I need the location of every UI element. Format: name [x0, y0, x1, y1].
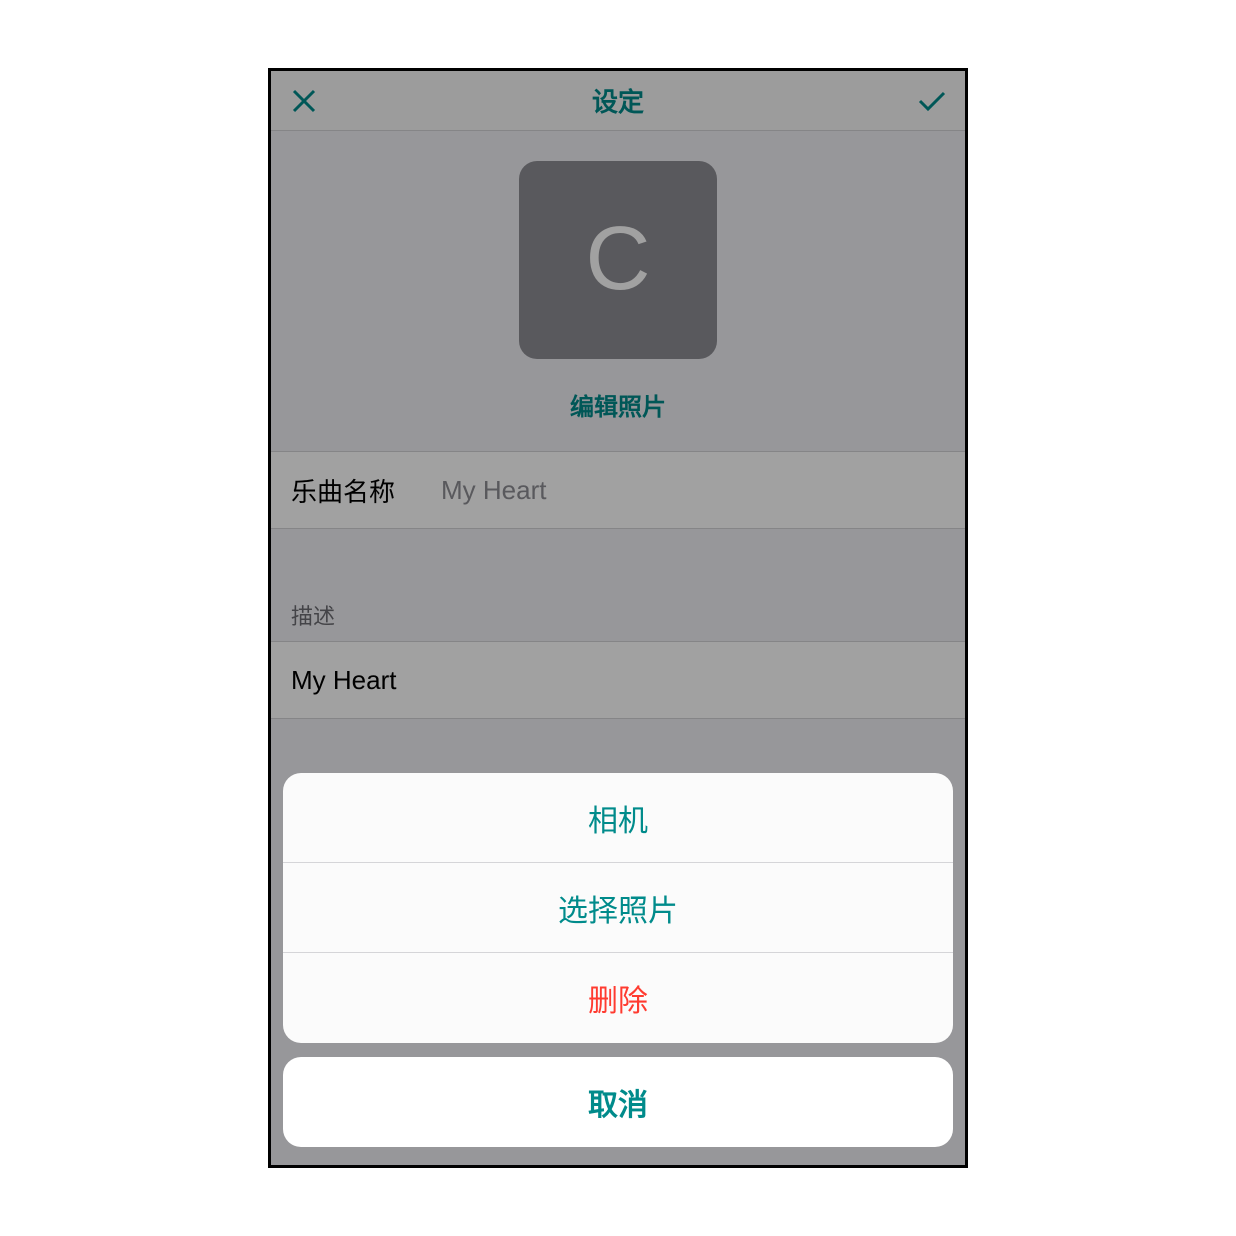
photo-section: C 编辑照片 — [271, 131, 965, 451]
page-title: 设定 — [271, 82, 965, 119]
close-button[interactable] — [289, 86, 319, 116]
song-name-value: My Heart — [441, 475, 546, 506]
action-choose-photo[interactable]: 选择照片 — [283, 863, 953, 953]
action-cancel[interactable]: 取消 — [283, 1057, 953, 1147]
header: 设定 — [271, 71, 965, 131]
song-name-row[interactable]: 乐曲名称 My Heart — [271, 451, 965, 529]
app-frame: 设定 C 编辑照片 乐曲名称 My Heart 描述 My Heart 相机 选… — [268, 68, 968, 1168]
check-icon — [917, 89, 947, 113]
edit-photo-button[interactable]: 编辑照片 — [570, 387, 666, 422]
action-sheet-group: 相机 选择照片 删除 — [283, 773, 953, 1043]
avatar[interactable]: C — [519, 161, 717, 359]
action-sheet: 相机 选择照片 删除 取消 — [283, 773, 953, 1147]
description-row[interactable]: My Heart — [271, 641, 965, 719]
song-name-label: 乐曲名称 — [291, 472, 441, 509]
action-camera[interactable]: 相机 — [283, 773, 953, 863]
description-label: 描述 — [271, 599, 965, 641]
confirm-button[interactable] — [917, 86, 947, 116]
description-value: My Heart — [291, 665, 396, 696]
close-icon — [291, 88, 317, 114]
action-delete[interactable]: 删除 — [283, 953, 953, 1043]
